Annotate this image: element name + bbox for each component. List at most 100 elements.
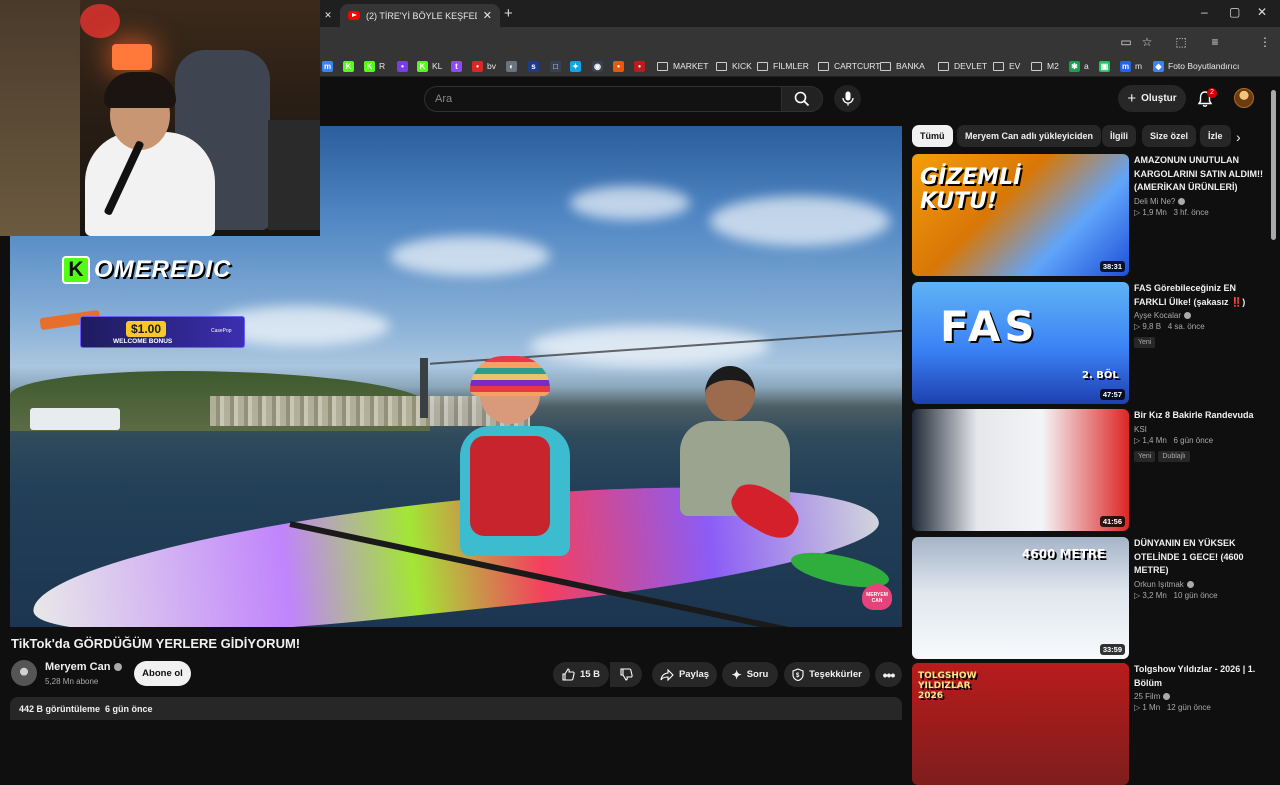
- cast-icon[interactable]: ▭: [1119, 35, 1133, 49]
- recommendation-item[interactable]: FAS 2. BÖL 47:57 FAS Görebileceğiniz EN FAR…: [912, 282, 1262, 404]
- bookmark-1[interactable]: K: [343, 59, 358, 73]
- search-input[interactable]: Ara: [424, 86, 782, 112]
- share-button[interactable]: Paylaş: [652, 662, 717, 687]
- chip-1[interactable]: Meryem Can adlı yükleyiciden: [957, 125, 1102, 147]
- menu-icon[interactable]: ⋮: [1258, 35, 1272, 49]
- video-thumbnail[interactable]: 4600 METRE 33:59: [912, 537, 1129, 659]
- recommendation-title[interactable]: FAS Görebileceğiniz EN FARKLI Ülke! (şak…: [1134, 282, 1264, 309]
- recommendation-item[interactable]: GİZEMLİ KUTU! 38:31 AMAZONUN UNUTULAN KARG…: [912, 154, 1264, 276]
- recommendation-title[interactable]: DÜNYANIN EN YÜKSEK OTELİNDE 1 GECE! (460…: [1134, 537, 1264, 578]
- bookmark-star-icon[interactable]: ☆: [1140, 35, 1154, 49]
- close-icon[interactable]: ✕: [483, 9, 492, 22]
- bookmark-4[interactable]: K KL: [417, 59, 442, 73]
- bookmark-17[interactable]: CARTCURT: [818, 59, 880, 73]
- bookmark-23[interactable]: ▣: [1099, 59, 1114, 73]
- red-dot-icon: •: [634, 60, 645, 72]
- new-tab-button[interactable]: +: [504, 5, 513, 22]
- bookmark-8[interactable]: s: [528, 59, 543, 73]
- bookmark-21[interactable]: M2: [1031, 59, 1059, 73]
- recommendation-channel[interactable]: Deli Mi Ne?: [1134, 197, 1264, 206]
- maximize-button[interactable]: ▢: [1229, 5, 1240, 19]
- bookmark-label: FİLMLER: [773, 61, 809, 71]
- bookmark-22[interactable]: ✱ a: [1069, 59, 1089, 73]
- bookmark-16[interactable]: FİLMLER: [757, 59, 809, 73]
- recommendation-item[interactable]: 41:56 Bir Kız 8 Bakirle Randevuda KSI ▷ 1,4…: [912, 409, 1262, 531]
- description-box[interactable]: 442 B görüntüleme 6 gün önce: [10, 697, 902, 720]
- channel-name[interactable]: Meryem Can: [45, 661, 123, 673]
- more-actions-button[interactable]: •••: [875, 662, 902, 687]
- reading-list-icon[interactable]: ≡: [1208, 35, 1222, 49]
- voice-search-button[interactable]: [834, 85, 861, 112]
- scrollbar[interactable]: [1271, 90, 1276, 240]
- bird-icon: ✦: [570, 60, 581, 72]
- channel-name-text[interactable]: 25 Film: [1134, 692, 1160, 701]
- recommendation-title[interactable]: AMAZONUN UNUTULAN KARGOLARINI SATIN ALDI…: [1134, 154, 1264, 195]
- channel-avatar[interactable]: [11, 660, 37, 686]
- recommendation-item[interactable]: TOLGSHOW YILDIZLAR 2026 Tolgshow Yıldızla…: [912, 663, 1262, 785]
- extensions-icon[interactable]: ⬚: [1174, 35, 1188, 49]
- minimize-button[interactable]: –: [1201, 5, 1208, 19]
- bookmark-2[interactable]: KR: [364, 59, 385, 73]
- bookmark-18[interactable]: BANKA: [880, 59, 925, 73]
- bookmark-10[interactable]: ✦: [570, 59, 585, 73]
- bookmark-25[interactable]: ◆ Foto Boyutlandırıcı: [1153, 59, 1239, 73]
- recommendation-channel[interactable]: Ayşe Kocalar: [1134, 311, 1264, 320]
- dislike-button[interactable]: [610, 662, 642, 687]
- browser-tab-active[interactable]: (2) TİRE'Yİ BÖYLE KEŞFEDEN Ç ✕: [340, 4, 500, 27]
- recommendation-channel[interactable]: 25 Film: [1134, 692, 1264, 701]
- video-thumbnail[interactable]: TOLGSHOW YILDIZLAR 2026: [912, 663, 1129, 785]
- bookmark-14[interactable]: MARKET: [657, 59, 708, 73]
- close-icon[interactable]: ✕: [324, 10, 332, 21]
- bookmark-7[interactable]: ◐: [506, 59, 521, 73]
- channel-name-text[interactable]: Meryem Can: [45, 661, 110, 673]
- orange-icon: •: [613, 60, 624, 72]
- folder-icon: [993, 61, 1004, 71]
- bookmark-0[interactable]: m: [322, 59, 337, 73]
- thanks-button[interactable]: $ Teşekkürler: [784, 662, 870, 687]
- subscribe-button[interactable]: Abone ol: [134, 661, 191, 686]
- search-button[interactable]: [781, 86, 823, 112]
- video-thumbnail[interactable]: FAS 2. BÖL 47:57: [912, 282, 1129, 404]
- ask-label: Soru: [746, 669, 769, 680]
- bookmark-9[interactable]: □: [550, 59, 565, 73]
- chip-4[interactable]: İzle: [1200, 125, 1231, 147]
- bookmark-5[interactable]: t: [451, 59, 466, 73]
- like-button[interactable]: 15 B: [553, 662, 609, 687]
- channel-name-text[interactable]: KSI: [1134, 425, 1147, 434]
- bookmark-20[interactable]: EV: [993, 59, 1020, 73]
- bookmark-3[interactable]: •: [397, 59, 412, 73]
- chip-3[interactable]: Size özel: [1142, 125, 1197, 147]
- recommendation-title[interactable]: Tolgshow Yıldızlar - 2026 | 1. Bölüm: [1134, 663, 1264, 690]
- chip-0[interactable]: Tümü: [912, 125, 953, 147]
- recommendation-item[interactable]: 4600 METRE 33:59 DÜNYANIN EN YÜKSEK OTELİN…: [912, 537, 1262, 659]
- bookmark-11[interactable]: ◉: [592, 59, 607, 73]
- recommendation-title[interactable]: Bir Kız 8 Bakirle Randevuda: [1134, 409, 1264, 423]
- verified-icon: [114, 663, 123, 671]
- channel-name-text[interactable]: Ayşe Kocalar: [1134, 311, 1181, 320]
- chip-2[interactable]: İlgili: [1102, 125, 1136, 147]
- close-window-button[interactable]: ✕: [1257, 5, 1267, 19]
- bookmark-label: KL: [432, 61, 443, 71]
- user-avatar[interactable]: [1234, 88, 1254, 108]
- create-button[interactable]: + Oluştur: [1118, 85, 1186, 112]
- channel-name-text[interactable]: Orkun Işıtmak: [1134, 580, 1184, 589]
- recommendation-info: DÜNYANIN EN YÜKSEK OTELİNDE 1 GECE! (460…: [1134, 537, 1264, 600]
- chevron-right-icon[interactable]: ›: [1236, 129, 1241, 145]
- bookmark-12[interactable]: •: [613, 59, 628, 73]
- video-thumbnail[interactable]: GİZEMLİ KUTU! 38:31: [912, 154, 1129, 276]
- recommendation-channel[interactable]: Orkun Işıtmak: [1134, 580, 1264, 589]
- ask-button[interactable]: ✦ Soru: [722, 662, 778, 687]
- bookmark-label: R: [379, 61, 386, 71]
- streamer-name: OMEREDIC: [94, 256, 232, 283]
- recommendation-channel[interactable]: KSI: [1134, 425, 1264, 434]
- promo-banner: $1.00 WELCOME BONUS CasePop: [80, 316, 245, 348]
- bookmark-13[interactable]: •: [634, 59, 649, 73]
- bookmark-15[interactable]: KICK: [716, 59, 752, 73]
- bookmark-24[interactable]: mm: [1120, 59, 1142, 73]
- channel-name-text[interactable]: Deli Mi Ne?: [1134, 197, 1175, 206]
- bookmark-19[interactable]: DEVLET: [938, 59, 987, 73]
- circle-icon: ◉: [592, 60, 603, 72]
- woman-in-kayak: [440, 356, 610, 566]
- video-thumbnail[interactable]: 41:56: [912, 409, 1129, 531]
- bookmark-6[interactable]: • bv: [472, 59, 496, 73]
